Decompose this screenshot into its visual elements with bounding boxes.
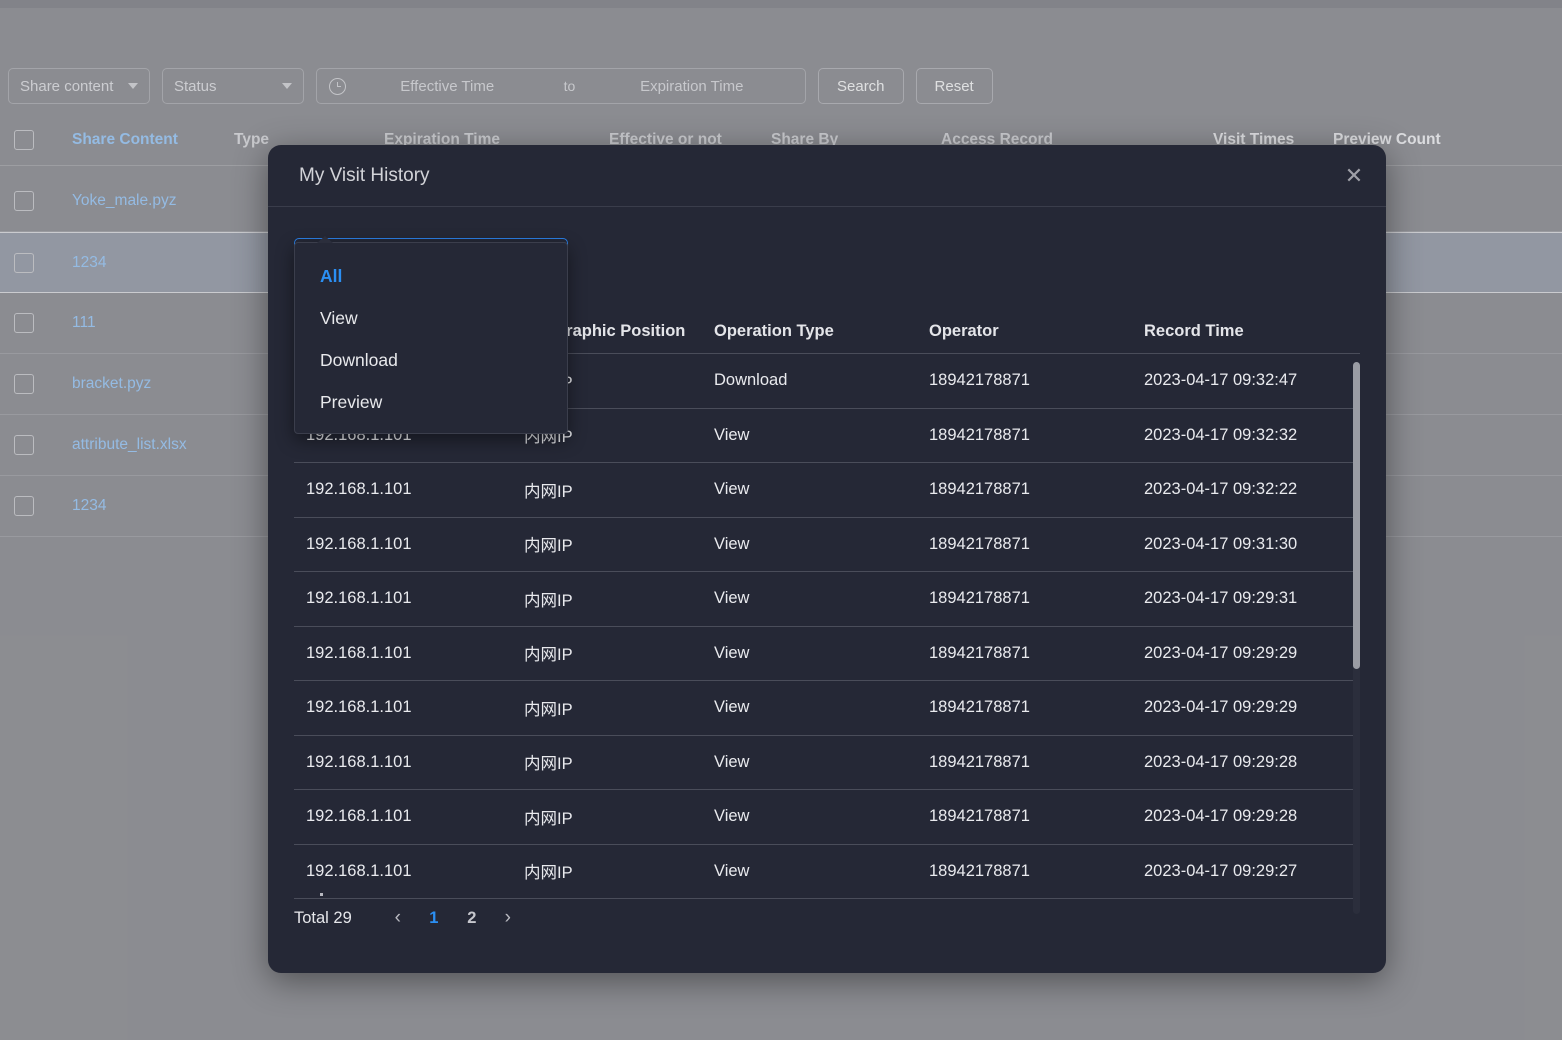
cell-record-time: 2023-04-17 09:29:31 [1144, 589, 1298, 608]
cell-access-ip: 192.168.1.101 [306, 861, 412, 880]
cell-operator: 18942178871 [929, 752, 1030, 771]
cell-operation-type: View [714, 807, 750, 826]
cell-operator: 18942178871 [929, 371, 1030, 390]
visit-history-modal: My Visit History ✕ All All View Download… [268, 145, 1386, 973]
cell-operator: 18942178871 [929, 698, 1030, 717]
cell-operator: 18942178871 [929, 861, 1030, 880]
cell-record-time: 2023-04-17 09:32:22 [1144, 480, 1298, 499]
cell-operation-type: View [714, 643, 750, 662]
cell-access-ip: 192.168.1.101 [306, 752, 412, 771]
cell-record-time: 2023-04-17 09:29:28 [1144, 752, 1298, 771]
cell-operation-type: View [714, 480, 750, 499]
cell-geographic-position: 内网IP [524, 591, 573, 610]
cell-operation-type: View [714, 861, 750, 880]
pagination: Total 29 ‹ 1 2 › [294, 907, 525, 929]
cell-geographic-position: 内网IP [524, 482, 573, 501]
chevron-left-icon[interactable]: ‹ [381, 907, 415, 929]
cell-operation-type: View [714, 534, 750, 553]
cell-access-ip: 192.168.1.101 [306, 643, 412, 662]
cell-geographic-position: 内网IP [524, 809, 573, 828]
cell-operator: 18942178871 [929, 425, 1030, 444]
cell-operator: 18942178871 [929, 807, 1030, 826]
dropdown-option-view[interactable]: View [295, 297, 567, 339]
dropdown-nub [317, 236, 333, 243]
visit-table-row[interactable]: 192.168.1.101 内网IP View 18942178871 2023… [294, 572, 1360, 627]
cell-operation-type: Download [714, 371, 788, 390]
visit-table-row[interactable]: 192.168.1.101 内网IP View 18942178871 2023… [294, 790, 1360, 845]
cell-operation-type: View [714, 698, 750, 717]
column-header-operator[interactable]: Operator [929, 322, 1144, 341]
dropdown-option-download[interactable]: Download [295, 339, 567, 381]
cell-access-ip: 192.168.1.101 [306, 534, 412, 553]
visit-table-row[interactable]: 192.168.1.101 内网IP View 18942178871 2023… [294, 681, 1360, 736]
cell-geographic-position: 内网IP [524, 755, 573, 774]
operation-type-dropdown: All View Download Preview [294, 236, 568, 434]
modal-title: My Visit History [299, 164, 430, 186]
dropdown-option-preview[interactable]: Preview [295, 381, 567, 423]
close-icon[interactable]: ✕ [1340, 162, 1368, 190]
cell-operator: 18942178871 [929, 643, 1030, 662]
clipped-row-artifact [320, 893, 323, 896]
cell-geographic-position: 内网IP [524, 646, 573, 665]
dropdown-option-all[interactable]: All [295, 255, 567, 297]
column-header-record-time[interactable]: Record Time [1144, 322, 1344, 341]
cell-access-ip: 192.168.1.101 [306, 807, 412, 826]
cell-operator: 18942178871 [929, 589, 1030, 608]
pagination-total: Total 29 [294, 908, 352, 927]
cell-operator: 18942178871 [929, 534, 1030, 553]
column-header-operation-type[interactable]: Operation Type [714, 322, 929, 341]
cell-operation-type: View [714, 752, 750, 771]
visit-table-row[interactable]: 192.168.1.101 内网IP View 18942178871 2023… [294, 518, 1360, 572]
cell-geographic-position: 内网IP [524, 700, 573, 719]
cell-operation-type: View [714, 589, 750, 608]
page-button-1[interactable]: 1 [415, 909, 453, 928]
visit-table-row[interactable]: 192.168.1.101 内网IP View 18942178871 2023… [294, 627, 1360, 681]
chevron-right-icon[interactable]: › [491, 907, 525, 929]
cell-record-time: 2023-04-17 09:32:47 [1144, 371, 1298, 390]
modal-header: My Visit History ✕ [268, 145, 1386, 207]
cell-access-ip: 192.168.1.101 [306, 480, 412, 499]
cell-operation-type: View [714, 425, 750, 444]
page-button-2[interactable]: 2 [453, 909, 491, 928]
visit-table-row[interactable]: 192.168.1.101 内网IP View 18942178871 2023… [294, 845, 1360, 899]
visit-table-row[interactable]: 192.168.1.101 内网IP View 18942178871 2023… [294, 463, 1360, 518]
cell-geographic-position: 内网IP [524, 537, 573, 556]
cell-record-time: 2023-04-17 09:32:32 [1144, 425, 1298, 444]
scrollbar-thumb[interactable] [1353, 362, 1360, 669]
cell-geographic-position: 内网IP [524, 864, 573, 883]
cell-record-time: 2023-04-17 09:31:30 [1144, 534, 1298, 553]
visit-table-row[interactable]: 192.168.1.101 内网IP View 18942178871 2023… [294, 736, 1360, 790]
cell-access-ip: 192.168.1.101 [306, 698, 412, 717]
cell-access-ip: 192.168.1.101 [306, 589, 412, 608]
cell-record-time: 2023-04-17 09:29:27 [1144, 861, 1298, 880]
cell-record-time: 2023-04-17 09:29:29 [1144, 643, 1298, 662]
cell-record-time: 2023-04-17 09:29:29 [1144, 698, 1298, 717]
visit-table-body: 192.168.1.101 内网IP Download 18942178871 … [294, 354, 1360, 914]
table-scrollbar[interactable] [1353, 362, 1360, 914]
cell-operator: 18942178871 [929, 480, 1030, 499]
cell-record-time: 2023-04-17 09:29:28 [1144, 807, 1298, 826]
